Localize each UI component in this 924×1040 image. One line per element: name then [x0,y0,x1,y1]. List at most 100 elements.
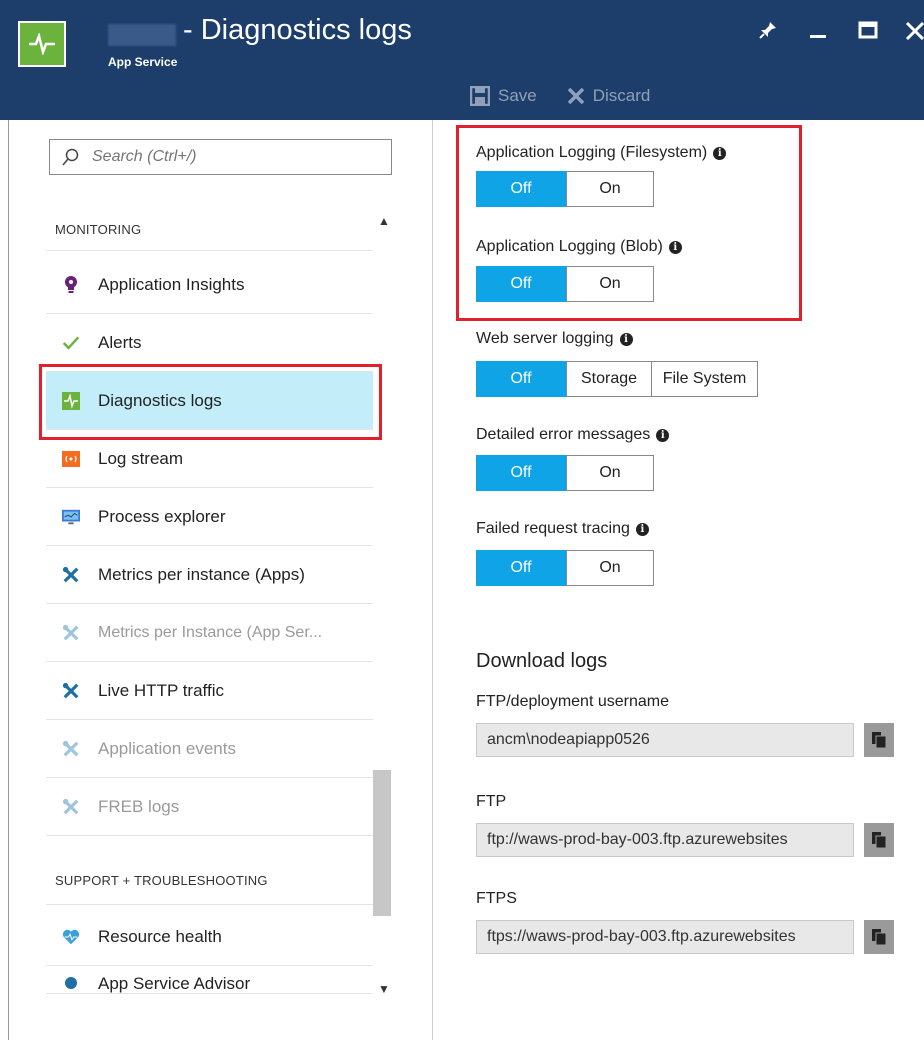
copy-button[interactable] [864,723,894,757]
app-logging-blob-toggle: Off On [476,266,654,302]
tools-icon [62,566,80,584]
command-bar: Save Discard [470,86,650,106]
ftp-field[interactable]: ftp://waws-prod-bay-003.ftp.azurewebsite… [476,823,854,857]
toggle-on[interactable]: On [566,550,654,586]
discard-button[interactable]: Discard [567,86,651,106]
tools-icon [62,798,80,816]
toggle-off[interactable]: Off [476,361,566,397]
highlight-box [39,364,382,440]
sidebar-item-live-http-traffic[interactable]: Live HTTP traffic [46,662,373,720]
detailed-errors-toggle: Off On [476,455,654,491]
info-icon[interactable]: i [713,146,727,160]
scroll-down-icon[interactable]: ▼ [378,982,390,996]
sidebar-item-process-explorer[interactable]: Process explorer [46,488,373,546]
toggle-storage[interactable]: Storage [566,361,652,397]
advisor-icon [62,974,80,992]
window-controls [754,16,924,44]
toggle-off[interactable]: Off [476,455,566,491]
download-logs-title: Download logs [476,650,608,672]
copy-icon [872,929,887,946]
sidebar-item-freb-logs[interactable]: FREB logs [46,778,373,836]
redacted-app-name [108,24,176,46]
sidebar-item-label: App Service Advisor [98,974,251,993]
lightbulb-icon [62,275,80,294]
tools-icon [62,682,80,700]
pin-icon[interactable] [754,16,782,44]
ftp-username-label: FTP/deployment username [476,693,669,710]
toggle-on[interactable]: On [566,171,654,207]
monitor-icon [62,508,80,526]
info-icon[interactable]: i [668,240,682,254]
scroll-up-icon[interactable]: ▲ [378,214,390,228]
app-logging-blob-label: Application Logging (Blob) i [476,238,682,256]
toggle-off[interactable]: Off [476,171,566,207]
sidebar-item-label: Log stream [98,448,184,468]
search-input[interactable] [92,148,372,166]
tools-icon [62,740,80,758]
sidebar-item-label: Resource health [98,926,222,946]
detailed-errors-label: Detailed error messages i [476,426,670,444]
toggle-off[interactable]: Off [476,266,566,302]
discard-icon [567,87,584,105]
sidebar-item-application-insights[interactable]: Application Insights [46,256,373,314]
sidebar-item-resource-health[interactable]: Resource health [46,908,373,966]
ftps-label: FTPS [476,890,517,907]
ftp-username-field[interactable]: ancm\nodeapiapp0526 [476,723,854,757]
scroll-thumb[interactable] [373,770,391,916]
section-support-troubleshooting: SUPPORT + TROUBLESHOOTING [55,873,268,888]
maximize-icon[interactable] [854,16,882,44]
sidebar-item-metrics-per-instance-apps[interactable]: Metrics per instance (Apps) [46,546,373,604]
heart-icon [62,928,80,946]
checkmark-icon [62,334,80,352]
search-icon [62,148,79,166]
save-label: Save [498,86,537,105]
app-logging-fs-label: Application Logging (Filesystem) i [476,144,727,162]
copy-button[interactable] [864,920,894,954]
save-icon [470,86,490,106]
page-title: - Diagnostics logs [183,14,412,46]
web-server-logging-toggle: Off Storage File System [476,361,758,397]
sidebar-item-label: Metrics per Instance (App Ser... [98,623,323,641]
toggle-on[interactable]: On [566,266,654,302]
sidebar-item-metrics-per-instance-plan[interactable]: Metrics per Instance (App Ser... [46,604,373,662]
sidebar-item-label: Metrics per instance (Apps) [98,564,305,584]
app-service-icon [18,21,66,67]
ftps-field[interactable]: ftps://waws-prod-bay-003.ftp.azurewebsit… [476,920,854,954]
toggle-on[interactable]: On [566,455,654,491]
divider [46,250,373,251]
sidebar-scrollbar[interactable]: ▲ ▼ [373,210,391,1000]
copy-icon [872,732,887,749]
failed-request-toggle: Off On [476,550,654,586]
search-box[interactable] [49,139,392,175]
copy-button[interactable] [864,823,894,857]
sidebar-item-label: FREB logs [98,796,180,816]
blade-header: - Diagnostics logs App Service Save Disc… [0,0,924,120]
sidebar-item-application-events[interactable]: Application events [46,720,373,778]
save-button[interactable]: Save [470,86,537,106]
toggle-file-system[interactable]: File System [652,361,758,397]
sidebar-item-label: Process explorer [98,506,226,526]
divider [46,904,373,905]
discard-label: Discard [592,86,651,105]
resource-menu: MONITORING Application Insights Alerts D… [8,120,433,1040]
toggle-off[interactable]: Off [476,550,566,586]
close-icon[interactable] [904,16,924,44]
tools-icon [62,624,80,642]
page-subtitle: App Service [108,55,178,69]
info-icon[interactable]: i [635,522,649,536]
info-icon[interactable]: i [656,428,670,442]
sidebar-item-app-service-advisor[interactable]: App Service Advisor [46,966,373,994]
ftp-label: FTP [476,793,507,810]
info-icon[interactable]: i [619,332,633,346]
app-logging-fs-toggle: Off On [476,171,654,207]
log-stream-icon [62,450,80,468]
sidebar-item-label: Application Insights [98,274,245,294]
web-server-logging-label: Web server logging i [476,330,633,348]
copy-icon [872,832,887,849]
section-monitoring: MONITORING [55,222,142,237]
sidebar-item-label: Alerts [98,332,142,352]
diagnostics-settings-panel: Application Logging (Filesystem) i Off O… [434,120,924,1040]
sidebar-item-label: Live HTTP traffic [98,680,224,700]
sidebar-item-label: Application events [98,738,236,758]
minimize-icon[interactable] [804,16,832,44]
